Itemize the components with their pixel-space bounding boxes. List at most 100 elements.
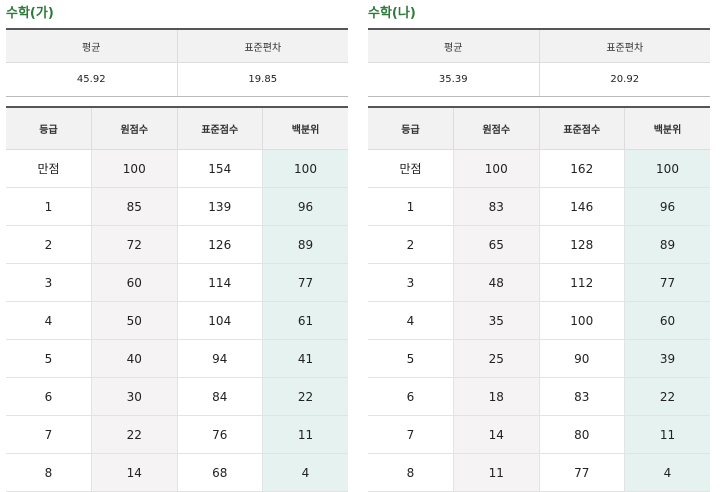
grade-cell: 2 — [368, 225, 454, 264]
grades-table: 등급 원점수 표준점수 백분위 만점 100 162 100 1 83 146 96 2 65 12… — [368, 106, 710, 492]
grade-cell: 6 — [6, 377, 92, 416]
standard-score-cell: 112 — [538, 263, 625, 302]
grade-cell: 만점 — [6, 149, 92, 188]
raw-score-cell: 100 — [91, 149, 177, 188]
raw-score-cell: 35 — [453, 301, 539, 340]
raw-score-cell: 25 — [453, 339, 539, 378]
standard-score-cell: 162 — [538, 149, 625, 188]
standard-score-cell: 84 — [176, 377, 263, 416]
standard-score-cell: 76 — [176, 415, 263, 454]
raw-score-cell: 18 — [453, 377, 539, 416]
table-row: 1 85 139 96 — [6, 187, 348, 226]
grade-cell: 만점 — [368, 149, 454, 188]
grade-cell: 5 — [6, 339, 92, 378]
standard-score-cell: 128 — [538, 225, 625, 264]
table-row: 4 35 100 60 — [368, 301, 710, 340]
percentile-cell: 96 — [262, 187, 348, 226]
table-row: 3 48 112 77 — [368, 263, 710, 302]
percentile-cell: 41 — [262, 339, 348, 378]
grade-cell: 7 — [368, 415, 454, 454]
summary-table: 평균 표준편차 35.39 20.92 — [368, 28, 710, 97]
table-row: 6 30 84 22 — [6, 377, 348, 416]
standard-score-cell: 80 — [538, 415, 625, 454]
percentile-cell: 60 — [624, 301, 710, 340]
table-row: 6 18 83 22 — [368, 377, 710, 416]
summary-header-stddev: 표준편차 — [176, 29, 348, 63]
grades-header-raw: 원점수 — [91, 107, 177, 150]
standard-score-cell: 114 — [176, 263, 263, 302]
table-row: 7 14 80 11 — [368, 415, 710, 454]
summary-table: 평균 표준편차 45.92 19.85 — [6, 28, 348, 97]
raw-score-cell: 72 — [91, 225, 177, 264]
raw-score-cell: 40 — [91, 339, 177, 378]
percentile-cell: 96 — [624, 187, 710, 226]
raw-score-cell: 14 — [453, 415, 539, 454]
grade-cell: 3 — [368, 263, 454, 302]
grade-cell: 1 — [368, 187, 454, 226]
percentile-cell: 11 — [262, 415, 348, 454]
panel-title: 수학(나) — [368, 6, 416, 21]
grade-cell: 4 — [368, 301, 454, 340]
table-row: 3 60 114 77 — [6, 263, 348, 302]
standard-score-cell: 94 — [176, 339, 263, 378]
raw-score-cell: 83 — [453, 187, 539, 226]
raw-score-cell: 65 — [453, 225, 539, 264]
grade-cell: 6 — [368, 377, 454, 416]
grades-header-percentile: 백분위 — [262, 107, 348, 150]
grades-header-standard: 표준점수 — [538, 107, 625, 150]
table-row: 1 83 146 96 — [368, 187, 710, 226]
standard-score-cell: 146 — [538, 187, 625, 226]
raw-score-cell: 100 — [453, 149, 539, 188]
grades-header-percentile: 백분위 — [624, 107, 710, 150]
panel-math-na: 수학(나) 평균 표준편차 35.39 20.92 등급 원점수 표준점수 백분… — [368, 0, 710, 492]
summary-value-mean: 35.39 — [368, 62, 539, 97]
grade-cell: 1 — [6, 187, 92, 226]
grade-cell: 3 — [6, 263, 92, 302]
grades-header-raw: 원점수 — [453, 107, 539, 150]
percentile-cell: 39 — [624, 339, 710, 378]
percentile-cell: 100 — [624, 149, 710, 188]
grade-cell: 2 — [6, 225, 92, 264]
raw-score-cell: 30 — [91, 377, 177, 416]
grades-table: 등급 원점수 표준점수 백분위 만점 100 154 100 1 85 139 96 2 72 12… — [6, 106, 348, 492]
summary-header-stddev: 표준편차 — [538, 29, 710, 63]
standard-score-cell: 139 — [176, 187, 263, 226]
percentile-cell: 11 — [624, 415, 710, 454]
table-row: 5 40 94 41 — [6, 339, 348, 378]
summary-value-stddev: 20.92 — [538, 62, 710, 97]
raw-score-cell: 22 — [91, 415, 177, 454]
percentile-cell: 100 — [262, 149, 348, 188]
grade-cell: 5 — [368, 339, 454, 378]
table-row: 만점 100 162 100 — [368, 149, 710, 188]
table-row: 5 25 90 39 — [368, 339, 710, 378]
standard-score-cell: 104 — [176, 301, 263, 340]
standard-score-cell: 126 — [176, 225, 263, 264]
table-row: 2 72 126 89 — [6, 225, 348, 264]
grade-cell: 7 — [6, 415, 92, 454]
grades-header-standard: 표준점수 — [176, 107, 263, 150]
summary-value-mean: 45.92 — [6, 62, 177, 97]
table-row: 2 65 128 89 — [368, 225, 710, 264]
table-row: 7 22 76 11 — [6, 415, 348, 454]
percentile-cell: 22 — [624, 377, 710, 416]
raw-score-cell: 60 — [91, 263, 177, 302]
standard-score-cell: 100 — [538, 301, 625, 340]
summary-header-mean: 평균 — [368, 29, 539, 63]
raw-score-cell: 48 — [453, 263, 539, 302]
percentile-cell: 89 — [624, 225, 710, 264]
panel-title: 수학(가) — [6, 6, 54, 21]
standard-score-cell: 154 — [176, 149, 263, 188]
raw-score-cell: 85 — [91, 187, 177, 226]
grade-cell: 4 — [6, 301, 92, 340]
percentile-cell: 22 — [262, 377, 348, 416]
standard-score-cell: 90 — [538, 339, 625, 378]
standard-score-cell: 83 — [538, 377, 625, 416]
raw-score-cell: 50 — [91, 301, 177, 340]
table-row: 4 50 104 61 — [6, 301, 348, 340]
summary-header-mean: 평균 — [6, 29, 177, 63]
percentile-cell: 77 — [262, 263, 348, 302]
percentile-cell: 77 — [624, 263, 710, 302]
panel-math-ga: 수학(가) 평균 표준편차 45.92 19.85 등급 원점수 표준점수 백분… — [6, 0, 348, 492]
percentile-cell: 89 — [262, 225, 348, 264]
percentile-cell: 61 — [262, 301, 348, 340]
